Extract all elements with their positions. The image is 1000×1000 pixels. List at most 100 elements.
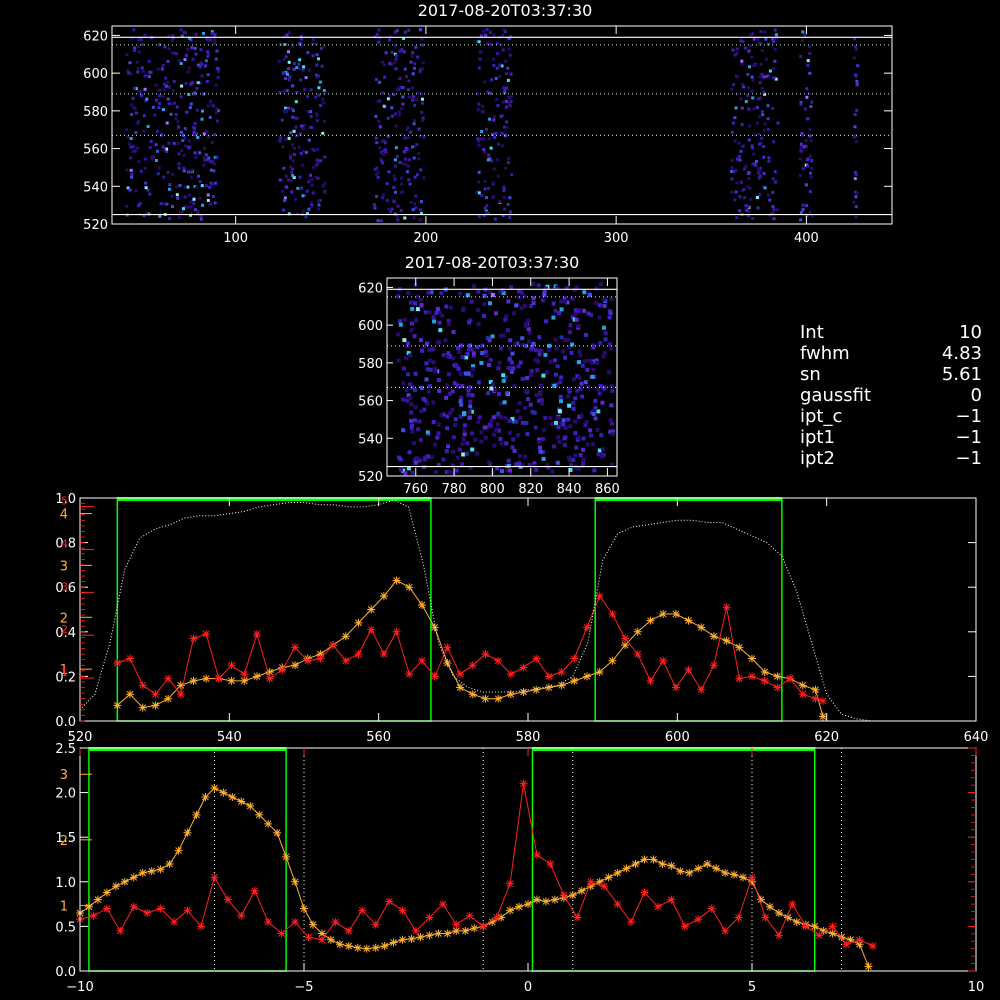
image-pixel	[401, 397, 406, 402]
image-pixel	[394, 67, 398, 71]
image-pixel	[283, 198, 287, 202]
image-pixel	[484, 353, 489, 358]
image-pixel	[855, 83, 859, 87]
image-pixel	[153, 113, 157, 117]
image-pixel	[292, 152, 296, 156]
image-pixel	[486, 391, 491, 396]
image-pixel	[323, 190, 327, 194]
image-pixel	[557, 439, 562, 444]
image-pixel	[772, 40, 776, 44]
image-pixel	[855, 79, 859, 83]
image-pixel	[520, 377, 525, 381]
data-point	[676, 867, 685, 876]
image-pixel	[378, 80, 382, 84]
image-pixel	[393, 61, 397, 65]
image-pixel	[201, 109, 205, 113]
image-pixel	[421, 61, 425, 65]
image-pixel	[730, 166, 734, 169]
image-pixel	[405, 170, 409, 174]
image-pixel	[307, 207, 311, 211]
image-pixel	[735, 216, 739, 220]
image-pixel	[194, 52, 198, 56]
image-pixel	[297, 145, 301, 149]
image-pixel	[554, 372, 558, 377]
param-name: ipt2	[800, 448, 835, 469]
image-pixel	[400, 107, 404, 111]
image-pixel	[431, 420, 436, 424]
image-pixel	[444, 449, 449, 454]
image-pixel	[413, 405, 418, 410]
image-pixel	[401, 102, 405, 106]
image-pixel	[416, 55, 420, 59]
image-pixel	[165, 202, 169, 206]
image-pixel	[419, 168, 423, 172]
image-pixel	[175, 185, 179, 189]
image-pixel	[489, 146, 493, 150]
image-pixel	[383, 149, 386, 152]
image-pixel	[505, 125, 508, 129]
image-pixel	[156, 172, 160, 176]
y-tick-label: 540	[358, 432, 383, 447]
image-pixel	[602, 303, 607, 308]
image-pixel	[434, 470, 439, 474]
image-pixel	[317, 57, 320, 61]
image-pixel	[730, 177, 734, 181]
image-pixel	[381, 161, 385, 165]
image-pixel	[511, 437, 516, 442]
data-point	[227, 676, 236, 685]
image-pixel	[580, 394, 585, 399]
image-pixel	[492, 195, 495, 198]
image-pixel	[126, 135, 130, 139]
image-pixel	[752, 37, 756, 41]
data-point	[559, 891, 568, 900]
data-point	[417, 656, 426, 665]
x-tick-label: 760	[403, 482, 428, 497]
image-pixel	[526, 318, 531, 323]
image-pixel	[136, 67, 140, 70]
image-pixel	[287, 67, 290, 71]
image-pixel	[506, 156, 510, 160]
image-pixel	[480, 351, 485, 355]
image-pixel	[436, 422, 441, 427]
data-point	[304, 933, 313, 942]
data-point	[300, 904, 308, 913]
image-pixel	[463, 371, 468, 376]
image-pixel	[478, 50, 482, 54]
data-point	[183, 906, 192, 915]
image-pixel	[555, 285, 560, 290]
image-pixel	[855, 108, 859, 112]
image-pixel	[144, 166, 147, 170]
image-pixel	[546, 347, 551, 352]
image-pixel	[502, 189, 506, 193]
image-pixel	[183, 185, 187, 189]
image-pixel	[852, 56, 856, 60]
image-pixel	[451, 435, 456, 440]
param-row: ipt_c −1	[800, 406, 990, 427]
image-pixel	[420, 37, 424, 41]
data-point	[164, 674, 173, 683]
image-pixel	[522, 304, 527, 309]
image-pixel	[563, 355, 568, 360]
data-point	[120, 877, 129, 886]
image-pixel	[573, 396, 578, 401]
image-pixel	[450, 389, 455, 394]
data-point	[291, 643, 300, 652]
data-point	[250, 886, 259, 895]
data-point	[709, 661, 718, 670]
image-pixel	[434, 310, 439, 315]
image-pixel	[559, 299, 563, 304]
y-tick-label: 1.0	[55, 876, 76, 891]
image-pixel	[290, 107, 294, 111]
image-pixel	[426, 290, 431, 295]
image-pixel	[578, 353, 583, 358]
image-pixel	[541, 373, 546, 378]
image-pixel	[296, 186, 300, 190]
image-pixel	[175, 105, 179, 109]
data-point	[519, 663, 528, 672]
image-pixel	[298, 58, 302, 62]
data-point	[492, 913, 501, 922]
image-pixel	[392, 200, 396, 204]
image-pixel	[182, 166, 186, 170]
image-pixel	[440, 313, 445, 318]
spectrum-series	[79, 499, 976, 722]
